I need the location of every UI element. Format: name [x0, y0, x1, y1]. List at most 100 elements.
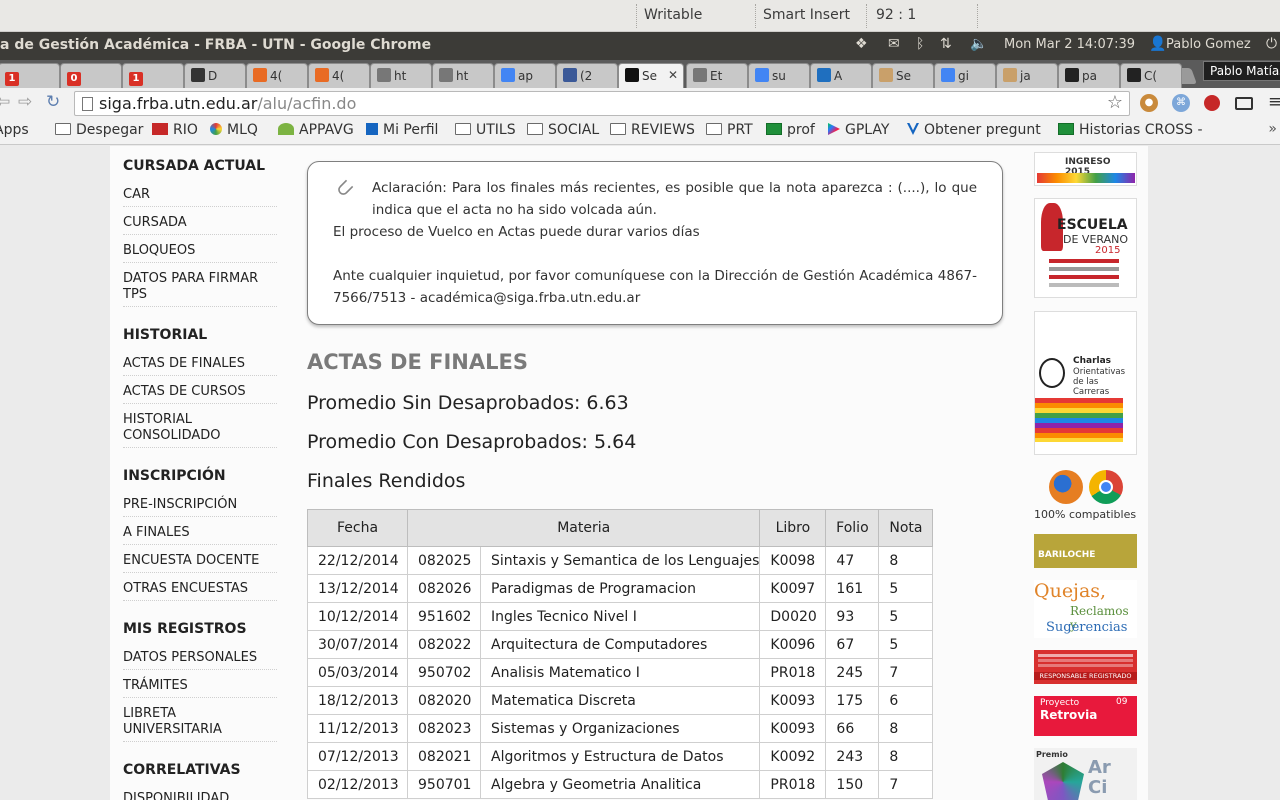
tab[interactable]: 1	[122, 63, 184, 88]
write-mode-label[interactable]: Writable	[644, 7, 702, 23]
codigo-cell: 082021	[407, 742, 481, 771]
tab[interactable]: Et	[686, 63, 748, 88]
browsers-banner[interactable]: 100% compatibles	[1034, 468, 1137, 524]
bookmark-despegar[interactable]: Despegar	[55, 122, 143, 138]
tab[interactable]: C(	[1120, 63, 1182, 88]
tab[interactable]: (2	[556, 63, 618, 88]
page-info-icon[interactable]	[82, 97, 93, 111]
sidebar-item-trámites[interactable]: TRÁMITES	[123, 678, 277, 698]
tab[interactable]: 1	[0, 63, 60, 88]
sidebar-item-disponibilidad[interactable]: DISPONIBILIDAD	[123, 791, 277, 800]
bookmark-mlq[interactable]: MLQ	[210, 122, 258, 138]
tab[interactable]: 0	[60, 63, 122, 88]
mlq-icon	[210, 123, 222, 135]
tab[interactable]: ht	[370, 63, 432, 88]
registro-banner[interactable]: RESPONSABLE REGISTRADO	[1034, 650, 1137, 684]
sidebar-item-datos-personales[interactable]: DATOS PERSONALES	[123, 650, 277, 670]
tab-strip: 1 0 1 D 4(4(ht ht ap (2 Se ✕ Et su A Se gi ja pa C(	[0, 60, 1280, 88]
sidebar-item-libreta-universitaria[interactable]: LIBRETA UNIVERSITARIA	[123, 706, 277, 742]
insert-mode-label[interactable]: Smart Insert	[763, 7, 850, 23]
tab[interactable]: gi	[934, 63, 996, 88]
table-row: 18/12/2013 082020 Matematica Discreta K0093…	[307, 686, 934, 715]
tab[interactable]: ap	[494, 63, 556, 88]
close-tab-icon[interactable]: ✕	[668, 68, 678, 82]
tab[interactable]: 4(	[308, 63, 370, 88]
cookie-extension-icon[interactable]: ●	[1140, 94, 1158, 112]
bookmark-rio[interactable]: RIO	[152, 122, 198, 138]
bookmark-social[interactable]: SOCIAL	[527, 122, 599, 138]
tab[interactable]: A	[810, 63, 872, 88]
sidebar-item-a-finales[interactable]: A FINALES	[123, 525, 277, 545]
bookmark-obtener-pregunt[interactable]: Obtener pregunt	[907, 122, 1041, 138]
tab[interactable]: Se	[872, 63, 934, 88]
sidebar-item-pre-inscripción[interactable]: PRE-INSCRIPCIÓN	[123, 497, 277, 517]
sheet-icon	[1058, 123, 1074, 135]
table-row: 02/12/2013 950701 Algebra y Geometria Anal…	[307, 770, 934, 799]
sidebar-item-bloqueos[interactable]: BLOQUEOS	[123, 243, 277, 263]
sidebar-item-datos-para-firmar-tps[interactable]: DATOS PARA FIRMAR TPS	[123, 271, 277, 307]
chrome-icon	[1089, 470, 1123, 504]
bookmark-prof[interactable]: prof	[766, 122, 815, 138]
tab[interactable]: D	[184, 63, 246, 88]
premio-banner[interactable]: Premio Ar Ci	[1034, 748, 1137, 800]
network-icon[interactable]: ⇅	[940, 36, 952, 52]
more-bookmarks-icon[interactable]: »	[1268, 121, 1277, 137]
tab[interactable]: 4(	[246, 63, 308, 88]
sheet-icon	[766, 123, 782, 135]
cursor-position-label[interactable]: 92 : 1	[876, 7, 916, 23]
extension-icon[interactable]: ⌘	[1172, 94, 1190, 112]
bookmark-prt[interactable]: PRT	[706, 122, 753, 138]
sidebar-item-actas-de-cursos[interactable]: ACTAS DE CURSOS	[123, 384, 277, 404]
nota-cell: 5	[878, 630, 934, 659]
back-icon[interactable]: ⇦	[0, 92, 10, 112]
codigo-cell: 951602	[407, 602, 481, 631]
bariloche-banner[interactable]: BARILOCHE	[1034, 534, 1137, 568]
forward-icon[interactable]: ⇨	[18, 92, 32, 112]
tab[interactable]: pa	[1058, 63, 1120, 88]
profile-tooltip[interactable]: Pablo Matías	[1203, 61, 1280, 81]
retrovia-banner[interactable]: Proyecto 09 Retrovia	[1034, 696, 1137, 736]
user-name[interactable]: Pablo Gomez	[1166, 37, 1251, 52]
escuela-verano-banner[interactable]: ESCUELA DE VERANO 2015	[1034, 198, 1137, 298]
bookmark-star-icon[interactable]: ☆	[1107, 92, 1123, 113]
address-bar[interactable]: siga.frba.utn.edu.ar/alu/acfin.do ☆	[74, 91, 1130, 116]
proyecto-text: Proyecto	[1040, 698, 1080, 708]
bookmark-appavg[interactable]: APPAVG	[278, 122, 354, 138]
tab[interactable]: ht	[432, 63, 494, 88]
ingreso-banner[interactable]: INGRESO 2015	[1034, 152, 1137, 186]
terminal-icon	[625, 68, 639, 82]
bookmark-apps[interactable]: Apps	[0, 122, 29, 138]
tab[interactable]: su	[748, 63, 810, 88]
reload-icon[interactable]: ↻	[46, 92, 60, 112]
sidebar-item-encuesta-docente[interactable]: ENCUESTA DOCENTE	[123, 553, 277, 573]
sidebar-item-car[interactable]: CAR	[123, 187, 277, 207]
nota-cell: 5	[878, 574, 934, 603]
clock[interactable]: Mon Mar 2 14:07:39	[1004, 37, 1135, 52]
bluetooth-icon[interactable]: ᛒ	[916, 36, 924, 52]
bookmark-label: Mi Perfil	[383, 122, 439, 138]
record-extension-icon[interactable]	[1204, 95, 1220, 111]
dropbox-icon[interactable]: ❖	[855, 36, 868, 52]
bookmark-utils[interactable]: UTILS	[455, 122, 516, 138]
tab[interactable]: ja	[996, 63, 1058, 88]
sidebar-item-otras-encuestas[interactable]: OTRAS ENCUESTAS	[123, 581, 277, 601]
power-icon[interactable]: ⏻	[1266, 36, 1277, 52]
quejas-banner[interactable]: Quejas, Reclamos y Sugerencias	[1034, 580, 1137, 638]
finales-table: Fecha Materia Libro Folio Nota 22/12/201…	[307, 509, 934, 799]
bookmark-gplay[interactable]: GPLAY	[828, 122, 889, 138]
bookmark-mi-perfil[interactable]: Mi Perfil	[366, 122, 438, 138]
facebook-icon	[563, 68, 577, 82]
mail-icon[interactable]: ✉	[888, 36, 900, 52]
bookmark-historias-cross[interactable]: Historias CROSS -	[1058, 122, 1203, 138]
volume-icon[interactable]: 🔈	[970, 36, 987, 52]
folio-cell: 66	[825, 714, 880, 743]
sidebar-item-historial-consolidado[interactable]: HISTORIAL CONSOLIDADO	[123, 412, 277, 448]
sidebar-item-actas-de-finales[interactable]: ACTAS DE FINALES	[123, 356, 277, 376]
bookmark-reviews[interactable]: REVIEWS	[610, 122, 695, 138]
cast-icon[interactable]	[1235, 97, 1253, 110]
charlas-banner[interactable]: Charlas Orientativas de las Carreras	[1034, 311, 1137, 455]
tab-active[interactable]: Se ✕	[618, 63, 684, 88]
menu-icon[interactable]: ≡	[1268, 92, 1280, 112]
sidebar-item-cursada[interactable]: CURSADA	[123, 215, 277, 235]
materia-cell: Ingles Tecnico Nivel I	[479, 602, 761, 631]
